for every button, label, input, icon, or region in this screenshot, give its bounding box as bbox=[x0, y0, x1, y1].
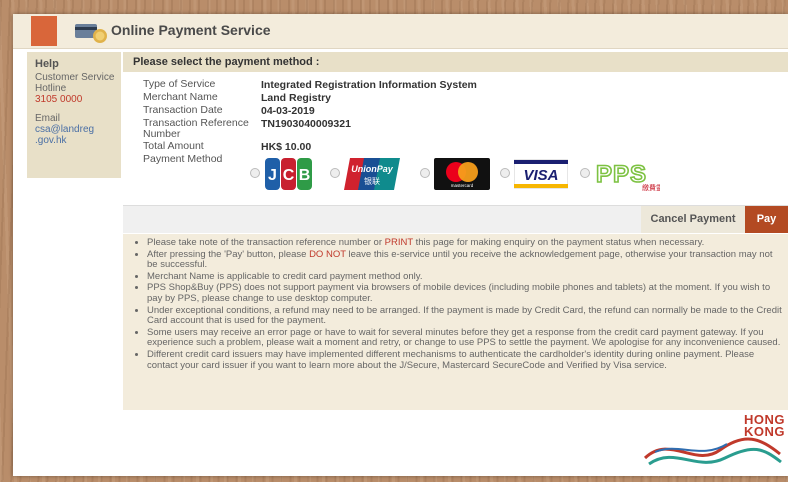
email-link-part2[interactable]: .gov.hk bbox=[35, 135, 121, 146]
note-text: Please take note of the transaction refe… bbox=[147, 237, 385, 248]
note-text: Merchant Name is applicable to credit ca… bbox=[147, 270, 423, 282]
detail-label: Transaction Reference Number bbox=[143, 117, 249, 140]
detail-label: Total Amount bbox=[143, 140, 204, 152]
payment-service-icon bbox=[75, 24, 107, 43]
detail-value: Integrated Registration Information Syst… bbox=[261, 79, 477, 91]
brand-hong-kong-logo: HONG KONG bbox=[635, 413, 785, 474]
note-text: Under exceptional conditions, a refund m… bbox=[147, 304, 782, 327]
mastercard-radio[interactable] bbox=[420, 168, 430, 178]
note-item: After pressing the 'Pay' button, please … bbox=[147, 248, 782, 271]
note-item: Please take note of the transaction refe… bbox=[147, 237, 782, 249]
pps-text: PPS bbox=[596, 161, 647, 188]
payment-method-options: J CB UnionPay 银联 mastercard VISA PPS 繳費靈 bbox=[250, 156, 670, 192]
note-item: PPS Shop&Buy (PPS) does not support paym… bbox=[147, 283, 782, 304]
notes-list: Please take note of the transaction refe… bbox=[135, 237, 782, 371]
detail-value: HK$ 10.00 bbox=[261, 141, 312, 153]
jcb-letter: C bbox=[283, 167, 295, 184]
note-highlight: DO NOT bbox=[309, 248, 346, 260]
note-text: After pressing the 'Pay' button, please bbox=[147, 248, 310, 260]
unionpay-sub: 银联 bbox=[364, 176, 380, 186]
jcb-logo-icon[interactable]: J CB bbox=[264, 156, 314, 192]
detail-label: Type of Service bbox=[143, 78, 216, 90]
jcb-radio[interactable] bbox=[250, 168, 260, 178]
jcb-letter: B bbox=[299, 167, 311, 184]
visa-text: VISA bbox=[523, 167, 558, 184]
mastercard-logo-icon[interactable]: mastercard bbox=[434, 156, 490, 192]
pay-button[interactable]: Pay bbox=[745, 206, 788, 233]
note-text: Different credit card issuers may have i… bbox=[147, 348, 755, 371]
visa-logo-icon[interactable]: VISA bbox=[514, 156, 568, 192]
email-label: Email bbox=[35, 113, 61, 124]
pps-logo-icon[interactable]: PPS 繳費靈 bbox=[594, 156, 660, 192]
hotline-label: Customer Service Hotline bbox=[35, 72, 115, 94]
pps-radio[interactable] bbox=[580, 168, 590, 178]
notes-panel: Please take note of the transaction refe… bbox=[123, 234, 788, 410]
section-heading: Please select the payment method : bbox=[123, 52, 788, 72]
email-link-part1[interactable]: csa@landreg bbox=[35, 124, 121, 135]
note-item: Merchant Name is applicable to credit ca… bbox=[147, 270, 782, 283]
cancel-payment-button[interactable]: Cancel Payment bbox=[641, 206, 745, 233]
unionpay-logo-icon[interactable]: UnionPay 银联 bbox=[344, 156, 400, 192]
jcb-letter-j: J bbox=[268, 167, 277, 184]
visa-radio[interactable] bbox=[500, 168, 510, 178]
note-text: PPS Shop&Buy (PPS) does not support paym… bbox=[147, 282, 771, 304]
note-item: Some users may receive an error page or … bbox=[147, 326, 782, 349]
detail-value: TN1903040009321 bbox=[261, 118, 351, 130]
detail-value: Land Registry bbox=[261, 92, 332, 104]
note-item: Different credit card issuers may have i… bbox=[147, 348, 782, 371]
payment-window: Online Payment Service Help Customer Ser… bbox=[13, 14, 788, 476]
title-bar: Online Payment Service bbox=[13, 14, 788, 49]
hotline-number: 3105 0000 bbox=[35, 94, 83, 105]
note-highlight: PRINT bbox=[384, 237, 413, 248]
dragon-swirl-icon bbox=[643, 437, 782, 466]
help-sidebar: Help Customer Service Hotline 3105 0000 … bbox=[27, 52, 121, 178]
title-accent-block bbox=[31, 16, 57, 46]
detail-value: 04-03-2019 bbox=[261, 105, 315, 117]
detail-label: Transaction Date bbox=[143, 104, 223, 116]
note-text: this page for making enquiry on the paym… bbox=[412, 237, 705, 248]
page-title: Online Payment Service bbox=[111, 22, 271, 38]
unionpay-text: UnionPay bbox=[351, 164, 394, 174]
mastercard-text: mastercard bbox=[451, 183, 474, 188]
payment-method-label: Payment Method bbox=[143, 153, 223, 165]
note-text: Some users may receive an error page or … bbox=[147, 326, 781, 349]
transaction-details: Type of Service Integrated Registration … bbox=[123, 72, 788, 222]
pps-sub: 繳費靈 bbox=[642, 183, 660, 192]
note-item: Under exceptional conditions, a refund m… bbox=[147, 304, 782, 327]
help-heading: Help bbox=[35, 58, 59, 70]
action-bar: Cancel Payment Pay bbox=[123, 205, 788, 233]
detail-label: Merchant Name bbox=[143, 91, 218, 103]
payment-content: Please select the payment method : Type … bbox=[123, 52, 788, 222]
unionpay-radio[interactable] bbox=[330, 168, 340, 178]
